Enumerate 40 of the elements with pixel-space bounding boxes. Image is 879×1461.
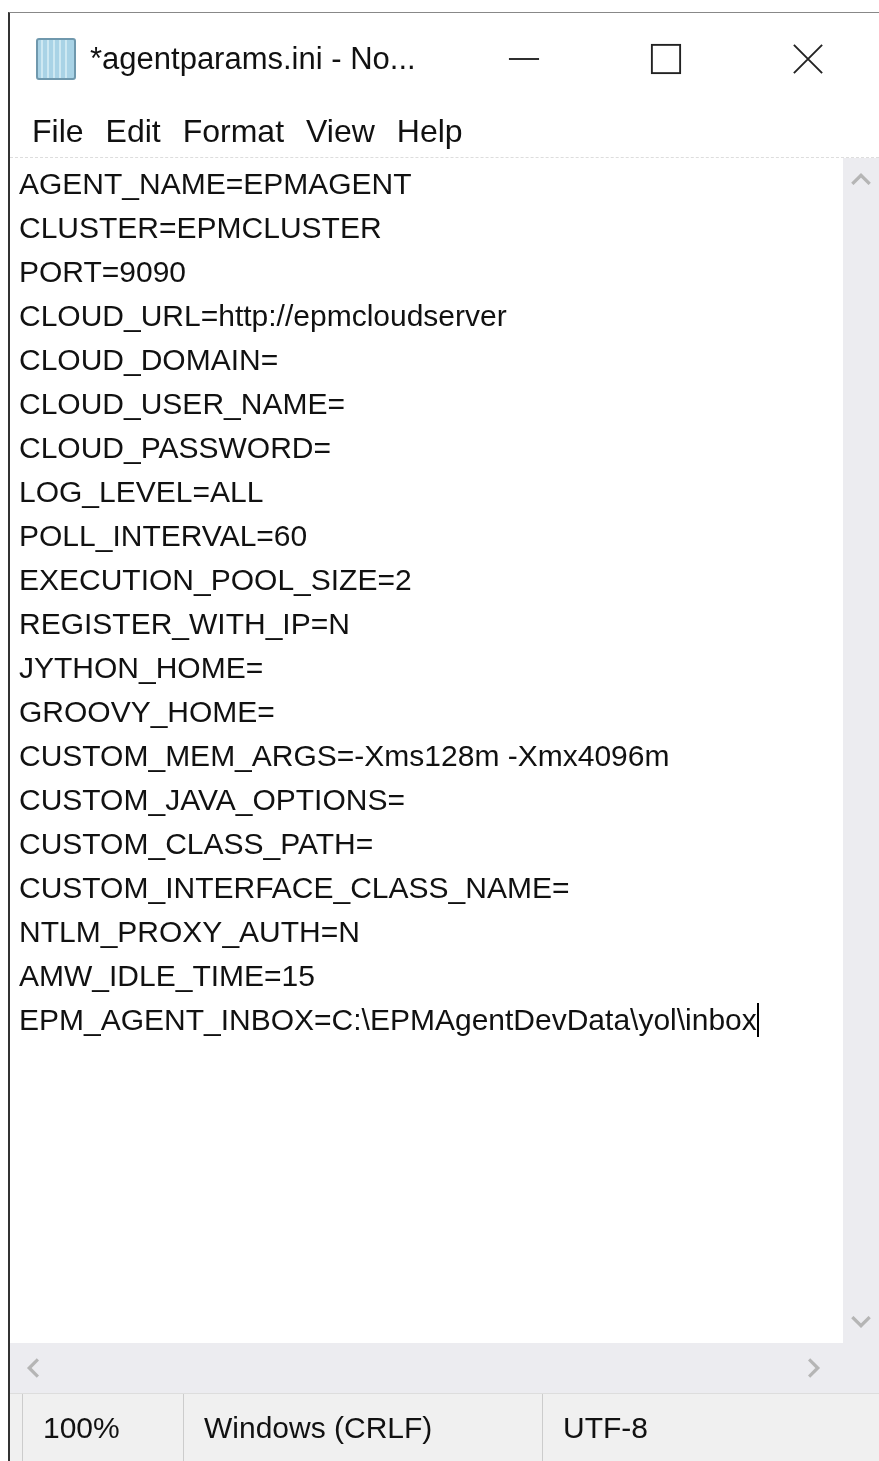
status-text: Windows (CRLF): [204, 1411, 433, 1445]
text-line: LOG_LEVEL=ALL: [19, 474, 264, 510]
text-line: CLOUD_URL=http://epmcloudserver: [19, 298, 507, 334]
text-line: CUSTOM_JAVA_OPTIONS=: [19, 782, 405, 818]
menu-item[interactable]: Help: [388, 112, 471, 150]
scroll-right-icon[interactable]: [808, 1357, 821, 1379]
menu-item[interactable]: Format: [174, 112, 293, 150]
scroll-left-icon[interactable]: [26, 1357, 39, 1379]
text-cursor: [756, 1003, 759, 1037]
text-line: EPM_AGENT_INBOX=C:\EPMAgentDevData\yol\inbox: [19, 1002, 757, 1038]
text-line: PORT=9090: [19, 254, 187, 290]
text-line: REGISTER_WITH_IP=N: [19, 606, 350, 642]
text-line: AMW_IDLE_TIME=15: [19, 958, 315, 994]
window-title: *agentparams.ini - No...: [90, 41, 417, 77]
text-line: CLOUD_DOMAIN=: [19, 342, 279, 378]
horizontal-scrollbar[interactable]: [10, 1343, 879, 1393]
menu-item[interactable]: File: [24, 112, 92, 150]
status-text: UTF-8: [563, 1411, 648, 1445]
status-text: 100%: [43, 1411, 120, 1445]
minimize-icon: [508, 58, 540, 60]
text-line: CUSTOM_MEM_ARGS=-Xms128m -Xmx4096m: [19, 738, 670, 774]
text-line: AGENT_NAME=EPMAGENT: [19, 166, 412, 202]
vertical-scrollbar[interactable]: [843, 158, 879, 1343]
text-line: CLUSTER=EPMCLUSTER: [19, 210, 382, 246]
close-icon: [792, 43, 824, 75]
menu-item[interactable]: View: [298, 112, 383, 150]
text-line: CLOUD_USER_NAME=: [19, 386, 345, 422]
maximize-icon: [650, 43, 682, 75]
notepad-icon: [34, 36, 78, 82]
menu-item[interactable]: Edit: [97, 112, 169, 150]
text-line: NTLM_PROXY_AUTH=N: [19, 914, 360, 950]
scroll-down-icon[interactable]: [850, 1316, 872, 1329]
text-line: CUSTOM_CLASS_PATH=: [19, 826, 374, 862]
text-line: POLL_INTERVAL=60: [19, 518, 308, 554]
text-line: CUSTOM_INTERFACE_CLASS_NAME=: [19, 870, 570, 906]
text-line: EXECUTION_POOL_SIZE=2: [19, 562, 412, 598]
text-line: CLOUD_PASSWORD=: [19, 430, 331, 466]
text-line: JYTHON_HOME=: [19, 650, 264, 686]
text-line: GROOVY_HOME=: [19, 694, 275, 730]
scroll-up-icon[interactable]: [850, 172, 872, 185]
